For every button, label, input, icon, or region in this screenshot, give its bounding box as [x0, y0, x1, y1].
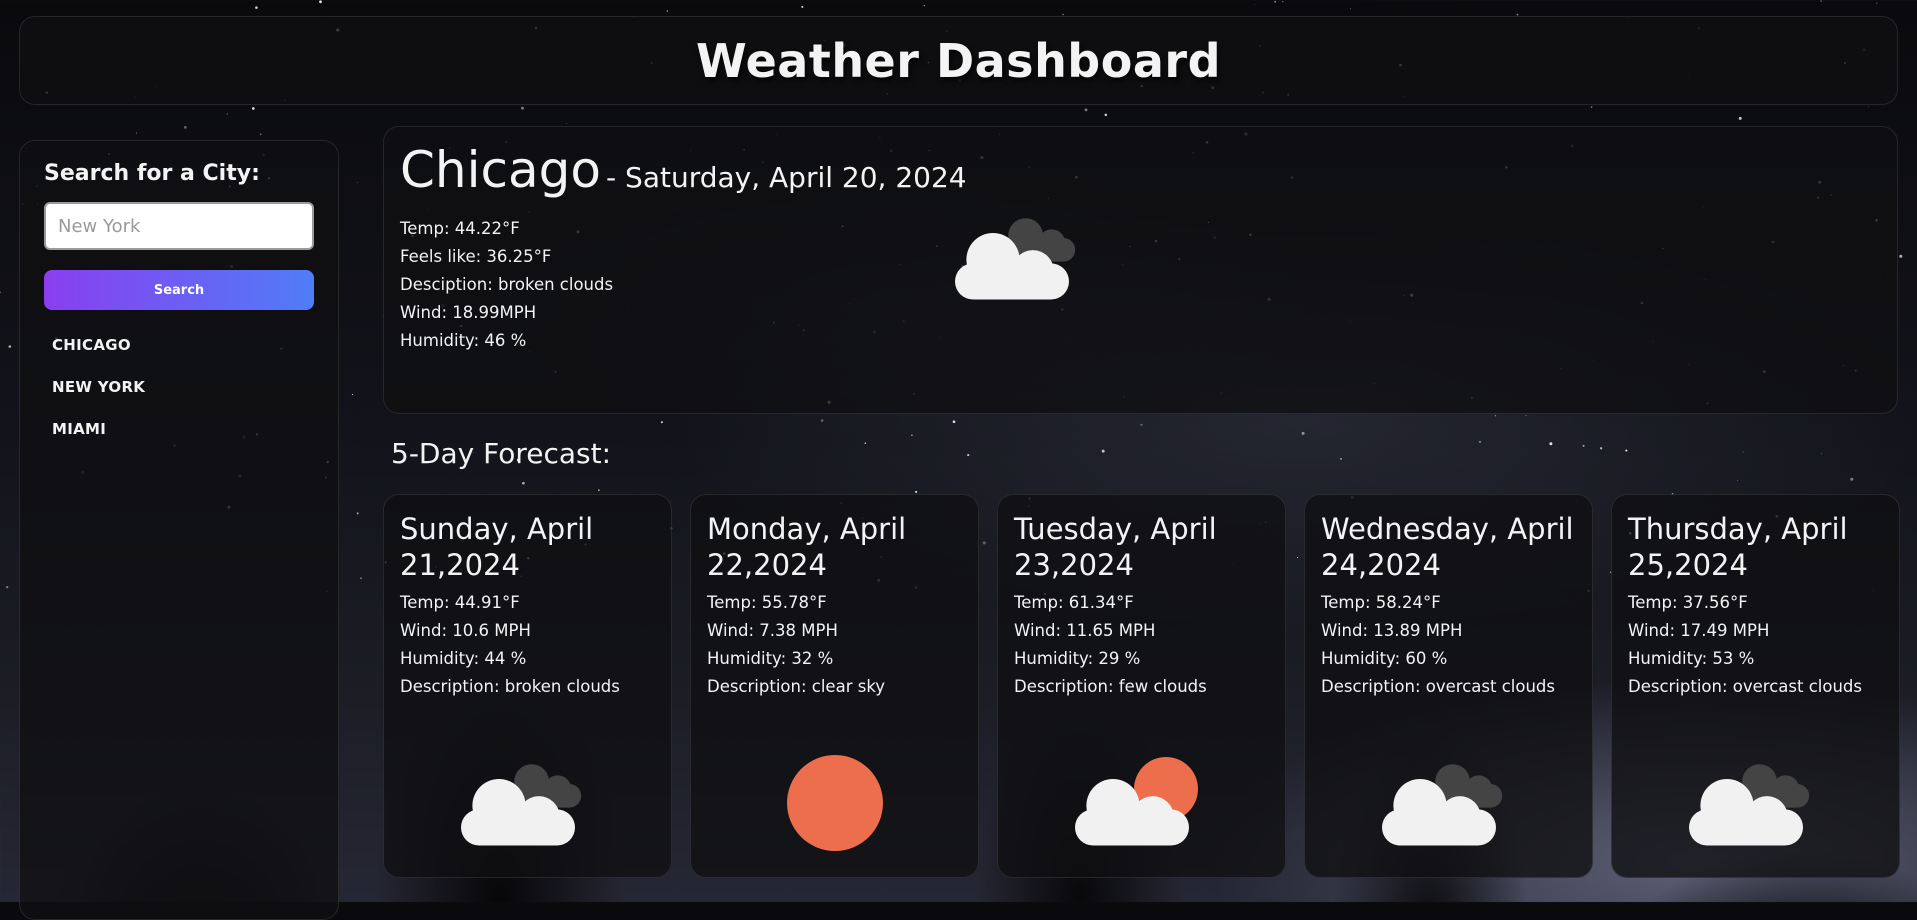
broken-clouds-icon: [955, 218, 1076, 300]
forecast-humidity: Humidity: 53 %: [1628, 649, 1755, 668]
forecast-wind: Wind: 10.6 MPH: [400, 621, 531, 640]
forecast-wind: Wind: 13.89 MPH: [1321, 621, 1463, 640]
forecast-description: Description: clear sky: [707, 677, 886, 696]
search-history-list: CHICAGO NEW YORK MIAMI: [44, 324, 314, 450]
broken-clouds-icon: [460, 764, 581, 846]
current-city-line: Chicago - Saturday, April 20, 2024: [400, 141, 1881, 199]
forecast-temp: Temp: 55.78°F: [707, 593, 827, 612]
forecast-humidity: Humidity: 32 %: [707, 649, 834, 668]
overcast-clouds-icon: [1381, 764, 1502, 846]
current-weather-panel: Chicago - Saturday, April 20, 2024 Temp:…: [383, 126, 1898, 414]
forecast-date: Sunday, April 21,2024: [400, 512, 594, 582]
current-feels-like: Feels like: 36.25°F: [400, 247, 552, 266]
current-description: Desciption: broken clouds: [400, 275, 614, 294]
few-clouds-icon: [1074, 757, 1198, 846]
forecast-date: Wednesday, April 24,2024: [1321, 512, 1574, 582]
current-humidity: Humidity: 46 %: [400, 331, 527, 350]
history-item-new-york[interactable]: NEW YORK: [44, 366, 314, 408]
city-search-input[interactable]: [44, 202, 314, 250]
forecast-icon-slot: [998, 743, 1285, 863]
page-title: Weather Dashboard: [695, 33, 1221, 88]
forecast-card: Tuesday, April 23,2024 Temp: 61.34°F Win…: [997, 494, 1286, 878]
forecast-wind: Wind: 7.38 MPH: [707, 621, 838, 640]
forecast-icon-slot: [1305, 743, 1592, 863]
forecast-temp: Temp: 37.56°F: [1628, 593, 1748, 612]
forecast-date: Monday, April 22,2024: [707, 512, 907, 582]
app-header: Weather Dashboard: [19, 16, 1898, 105]
search-button[interactable]: Search: [44, 270, 314, 310]
forecast-temp: Temp: 58.24°F: [1321, 593, 1441, 612]
forecast-humidity: Humidity: 44 %: [400, 649, 527, 668]
forecast-humidity: Humidity: 60 %: [1321, 649, 1448, 668]
forecast-date: Tuesday, April 23,2024: [1014, 512, 1217, 582]
forecast-description: Description: overcast clouds: [1321, 677, 1555, 696]
forecast-description: Description: broken clouds: [400, 677, 620, 696]
current-temp: Temp: 44.22°F: [400, 219, 520, 238]
forecast-humidity: Humidity: 29 %: [1014, 649, 1141, 668]
forecast-card: Sunday, April 21,2024 Temp: 44.91°F Wind…: [383, 494, 672, 878]
forecast-card: Monday, April 22,2024 Temp: 55.78°F Wind…: [690, 494, 979, 878]
forecast-icon-slot: [1612, 743, 1899, 863]
current-date: - Saturday, April 20, 2024: [606, 161, 967, 194]
forecast-description: Description: few clouds: [1014, 677, 1207, 696]
forecast-description: Description: overcast clouds: [1628, 677, 1862, 696]
forecast-date: Thursday, April 25,2024: [1628, 512, 1848, 582]
history-item-chicago[interactable]: CHICAGO: [44, 324, 314, 366]
search-heading: Search for a City:: [44, 161, 260, 186]
forecast-icon-slot: [384, 743, 671, 863]
current-weather-icon-slot: [942, 197, 1102, 317]
forecast-card: Thursday, April 25,2024 Temp: 37.56°F Wi…: [1611, 494, 1900, 878]
forecast-icon-slot: [691, 743, 978, 863]
search-sidebar: Search for a City: Search CHICAGO NEW YO…: [19, 140, 339, 920]
forecast-temp: Temp: 61.34°F: [1014, 593, 1134, 612]
forecast-temp: Temp: 44.91°F: [400, 593, 520, 612]
current-city-name: Chicago: [400, 141, 601, 199]
clear-sky-icon: [786, 755, 883, 851]
forecast-wind: Wind: 11.65 MPH: [1014, 621, 1156, 640]
current-wind: Wind: 18.99MPH: [400, 303, 537, 322]
forecast-title: 5-Day Forecast:: [391, 437, 612, 470]
forecast-card: Wednesday, April 24,2024 Temp: 58.24°F W…: [1304, 494, 1593, 878]
history-item-miami[interactable]: MIAMI: [44, 408, 314, 450]
forecast-wind: Wind: 17.49 MPH: [1628, 621, 1770, 640]
overcast-clouds-icon: [1688, 764, 1809, 846]
